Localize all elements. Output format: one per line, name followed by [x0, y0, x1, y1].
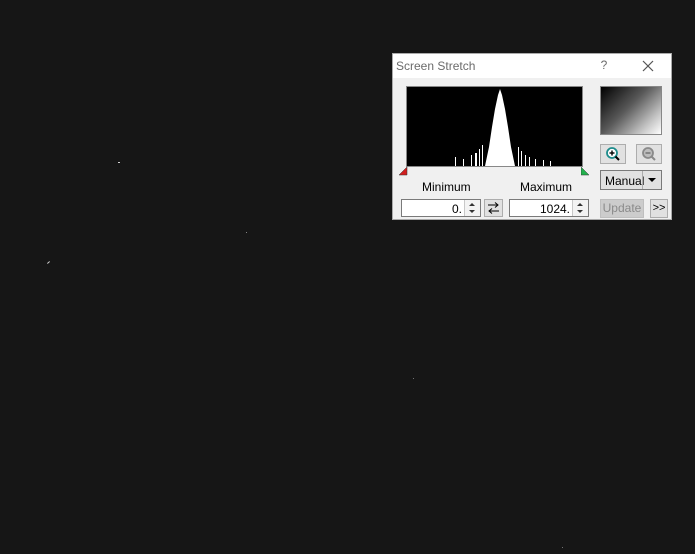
star	[562, 547, 563, 548]
minimum-field[interactable]: 0.	[401, 199, 481, 217]
swap-button[interactable]	[484, 199, 503, 217]
spin-down-icon[interactable]	[577, 210, 583, 213]
update-button[interactable]: Update	[600, 199, 644, 218]
minimum-marker[interactable]	[399, 167, 408, 176]
zoom-out-button[interactable]	[636, 144, 662, 164]
star	[118, 162, 120, 163]
minimum-value[interactable]: 0.	[452, 202, 462, 216]
star	[413, 378, 414, 379]
window-title: Screen Stretch	[396, 59, 476, 73]
swap-arrows-icon	[488, 202, 499, 214]
stretch-mode-value: Manual	[605, 174, 645, 188]
star	[47, 261, 50, 264]
maximum-label: Maximum	[520, 180, 573, 194]
stretch-mode-select[interactable]: Manual	[600, 170, 662, 190]
star	[246, 232, 247, 233]
maximum-value[interactable]: 1024.	[540, 202, 570, 216]
zoom-out-icon	[642, 147, 656, 161]
spin-down-icon[interactable]	[469, 210, 475, 213]
close-icon[interactable]	[639, 57, 657, 75]
maximum-field[interactable]: 1024.	[509, 199, 589, 217]
histogram-plot[interactable]	[406, 86, 583, 167]
spin-up-icon[interactable]	[577, 203, 583, 206]
maximum-marker[interactable]	[581, 167, 590, 176]
help-button[interactable]: ?	[597, 58, 611, 74]
minimum-spinner[interactable]	[464, 200, 480, 216]
zoom-in-icon	[606, 147, 620, 161]
zoom-in-button[interactable]	[600, 144, 626, 164]
spin-up-icon[interactable]	[469, 203, 475, 206]
title-bar[interactable]: Screen Stretch ?	[393, 54, 671, 78]
chevron-down-icon[interactable]	[642, 171, 661, 189]
histogram-graphic	[455, 89, 551, 166]
minimum-label: Minimum	[422, 180, 471, 194]
more-button[interactable]: >>	[650, 199, 668, 218]
screen-stretch-window: Screen Stretch ? Minimum Maximum 0. 1024…	[392, 53, 672, 220]
maximum-spinner[interactable]	[572, 200, 588, 216]
gradient-preview	[600, 86, 662, 135]
